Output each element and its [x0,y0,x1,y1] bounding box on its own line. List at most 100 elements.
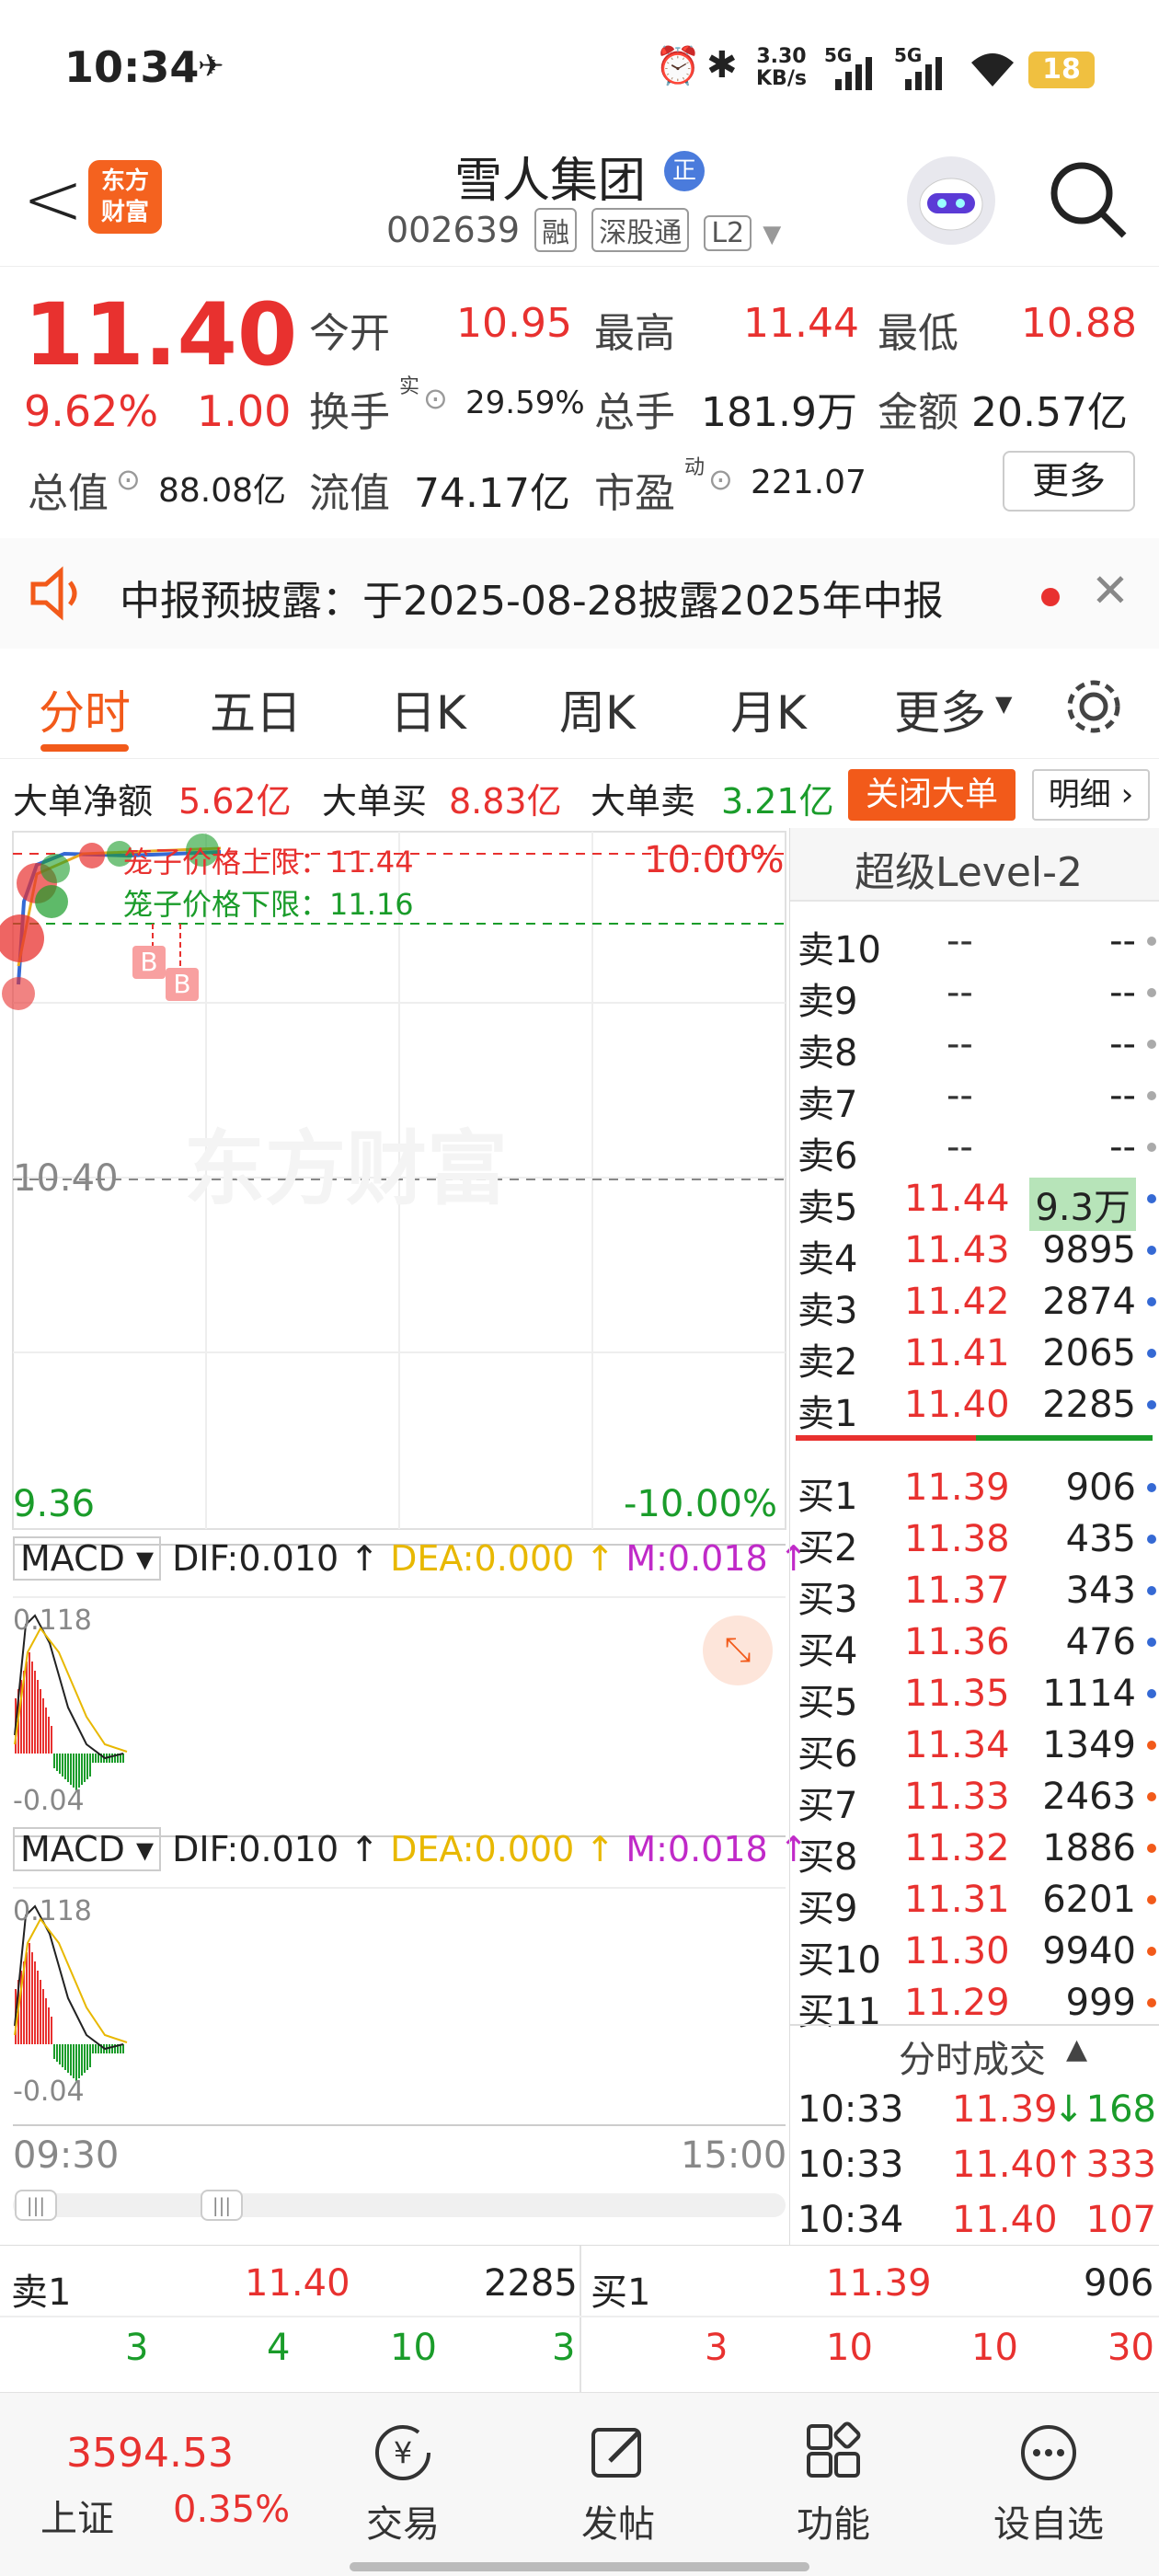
info-icon-3[interactable]: ⊙ [708,462,733,497]
ask-row[interactable]: 卖9 -- -- [790,968,1159,1023]
speaker-icon [30,566,77,621]
logo-text-2: 财富 [100,199,149,226]
assistant-avatar[interactable] [907,156,995,245]
buy-marker-2[interactable]: B [166,968,199,1001]
alarm-icon: ⏰ [655,45,701,87]
order-dot-icon [1147,1844,1156,1853]
macd-top-label-2: 0.118 [13,1895,92,1927]
app-logo[interactable]: 东方 财富 [88,160,162,234]
order-dot-icon [1147,1483,1156,1492]
tab-more[interactable]: 更多 [894,676,986,742]
search-icon[interactable] [1047,158,1130,241]
bid-level-label: 买8 [798,1836,858,1879]
range-handle-left[interactable]: ||| [15,2190,57,2221]
ask-level-label: 卖10 [798,929,881,972]
nav-post[interactable]: 发帖 [526,2421,710,2547]
order-dot-icon [1147,1040,1156,1049]
tab-five-day[interactable]: 五日 [210,676,302,742]
ask-volume: -- [1109,972,1136,1014]
bid-volume: 2463 [1042,1776,1136,1818]
buy-detail-4: 30 [1107,2327,1154,2369]
nav-trade[interactable]: ¥ 交易 [311,2421,495,2547]
bid-price: 11.38 [904,1518,1010,1560]
nav-trade-label: 交易 [366,2503,440,2546]
bid-row[interactable]: 买3 11.37 343 [790,1566,1159,1621]
macd-bar [53,2044,55,2059]
detail-button[interactable]: 明细 › [1032,769,1150,821]
buy-marker[interactable]: B [132,946,166,979]
ask-row[interactable]: 卖2 11.41 2065 [790,1328,1159,1384]
bid-row[interactable]: 买8 11.32 1886 [790,1823,1159,1879]
more-button[interactable]: 更多 [1003,451,1135,512]
ask-row[interactable]: 卖7 -- -- [790,1071,1159,1126]
nav-functions[interactable]: 功能 [741,2421,925,2547]
macd-dea-1: DEA:0.000 [390,1538,575,1579]
tab-monthly-k[interactable]: 月K [730,676,807,742]
bid-row[interactable]: 买10 11.30 9940 [790,1926,1159,1982]
turnover-value: 29.59% [465,385,585,421]
range-handle-right[interactable]: ||| [201,2190,243,2221]
order-dot-icon [1147,1947,1156,1956]
macd-indicator-select-2[interactable]: MACD ▾ [13,1827,162,1871]
intraday-chart[interactable]: 东方财富 笼子价格上限：11.44 笼子价格下限：11.16 10.00% B … [0,828,809,2245]
tab-weekly-k[interactable]: 周K [559,676,636,742]
expand-icon[interactable]: ⤡ [703,1616,773,1685]
close-big-order-button[interactable]: 关闭大单 [848,769,1016,821]
bid-volume: 9940 [1042,1930,1136,1972]
bid-row[interactable]: 买1 11.39 906 [790,1463,1159,1518]
ask-row[interactable]: 卖3 11.42 2874 [790,1277,1159,1332]
bid-volume: 435 [1065,1518,1136,1560]
ask-row[interactable]: 卖1 11.40 2285 [790,1380,1159,1435]
collapse-icon[interactable]: ▲ [1066,2033,1087,2065]
bid-level-label: 买1 [798,1476,858,1518]
more-dots-icon [1021,2425,1076,2480]
ask-row[interactable]: 卖6 -- -- [790,1122,1159,1178]
info-icon[interactable]: ⊙ [423,381,448,416]
ask-row[interactable]: 卖8 -- -- [790,1019,1159,1075]
time-end-label: 15:00 [681,2134,787,2177]
bid-row[interactable]: 买5 11.35 1114 [790,1669,1159,1724]
bid-row[interactable]: 买4 11.36 476 [790,1617,1159,1673]
macd-bar [62,1754,63,1777]
level2-title[interactable]: 超级Level-2 [855,839,1083,898]
bid-row[interactable]: 买9 11.31 6201 [790,1875,1159,1930]
stock-code: 002639 [386,210,521,250]
close-icon[interactable]: ✕ [1091,564,1130,617]
bid-row[interactable]: 买2 11.38 435 [790,1514,1159,1570]
tab-intraday[interactable]: 分时 [39,676,131,742]
bid-row[interactable]: 买7 11.33 2463 [790,1772,1159,1827]
macd-bar [109,1754,110,1763]
ask-row[interactable]: 卖5 11.44 9.3万 [790,1174,1159,1231]
bid-volume: 343 [1065,1570,1136,1612]
trades-title[interactable]: 分时成交 [899,2030,1046,2083]
registration-badge: 正 [664,151,705,191]
ask-volume: -- [1109,1126,1136,1168]
back-button[interactable]: < [22,156,84,242]
macd-dif-2: DIF:0.010 [172,1829,339,1869]
nav-add-watchlist[interactable]: 设自选 [957,2421,1141,2547]
bid-volume: 476 [1065,1621,1136,1663]
dropdown-icon[interactable]: ▼ [763,221,781,248]
ask-row[interactable]: 卖10 -- -- [790,916,1159,972]
info-icon-2[interactable]: ⊙ [116,462,141,497]
bid-row[interactable]: 买6 11.34 1349 [790,1720,1159,1776]
nav-watch-label: 设自选 [993,2503,1104,2546]
notice-text: 中报预披露：于2025-08-28披露2025年中报 [120,578,944,625]
tab-daily-k[interactable]: 日K [390,676,466,742]
macd-bar [89,2044,91,2067]
index-ticker[interactable]: 3594.53 上证 0.35% [18,2430,294,2549]
notice-bar[interactable]: 中报预披露：于2025-08-28披露2025年中报 ✕ [0,538,1159,649]
macd-indicator-select-1[interactable]: MACD ▾ [13,1536,162,1581]
sell-detail-2: 4 [267,2327,291,2369]
market-cap-label: 总值 [28,470,109,517]
ask-volume: -- [1109,1075,1136,1117]
settings-gear-icon[interactable] [1063,676,1124,737]
order-dot-icon [1147,1895,1156,1904]
trade-row: 10:33 11.40 ↑ 333 [790,2140,1159,2191]
ask-level-label: 卖5 [798,1187,858,1229]
bid-row[interactable]: 买11 11.29 999 [790,1978,1159,2033]
app-notification-icon: ✈ [198,48,224,85]
ask-row[interactable]: 卖4 11.43 9895 [790,1225,1159,1281]
battery-indicator: 18 [1028,52,1095,88]
turnover-label: 换手 [309,389,390,436]
